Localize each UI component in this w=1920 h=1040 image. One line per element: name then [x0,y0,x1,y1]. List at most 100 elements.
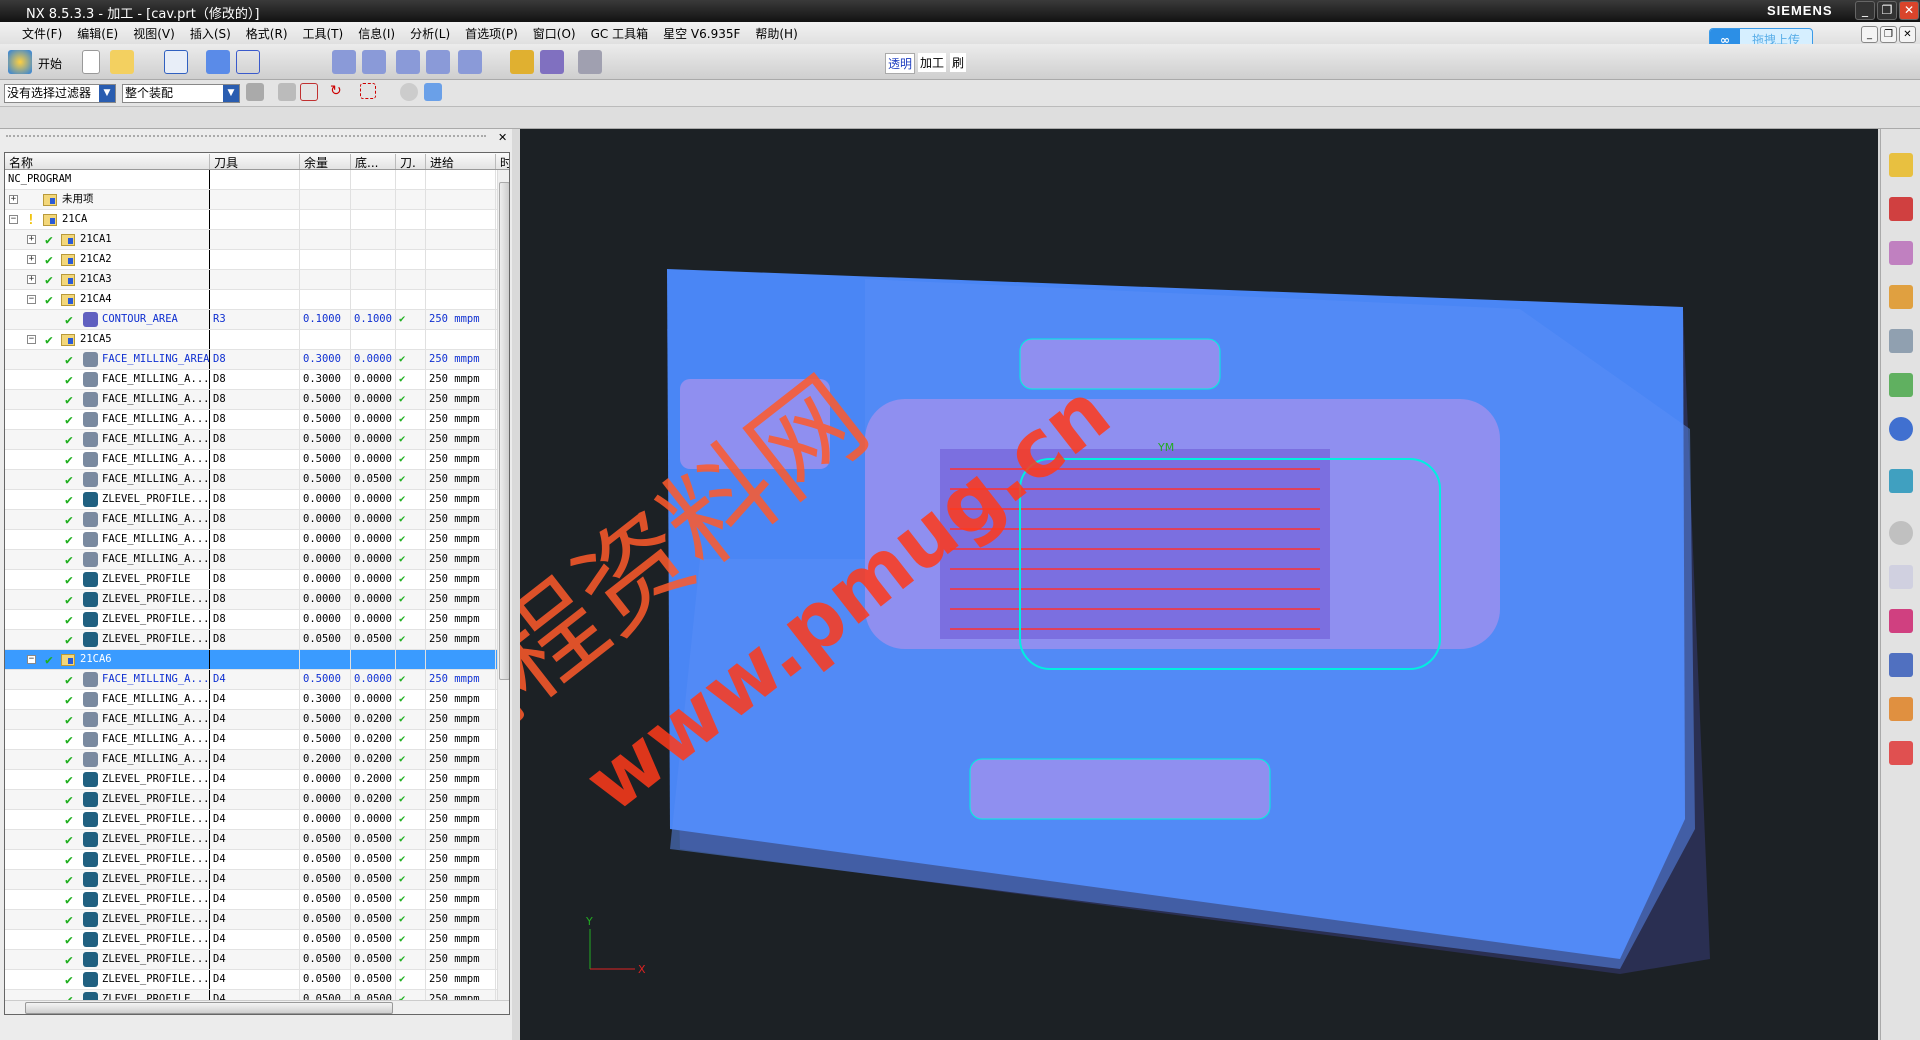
assembly-scope-select[interactable]: 整个装配 ▼ [122,84,240,103]
table-row[interactable]: ✔ FACE_MILLING_A... D4 0.5000 0.0200 ✔ 250 mmp… [5,710,497,730]
table-row[interactable]: ✔ ZLEVEL_PROFILE... D4 0.0500 0.0500 ✔ 250 mmp… [5,970,497,990]
web-browser-icon[interactable] [1889,469,1913,493]
collapse-icon[interactable]: − [27,295,36,304]
machine-tool-view-icon[interactable] [362,50,386,74]
menu-item[interactable]: 文件(F) [22,25,62,42]
menu-item[interactable]: 分析(L) [410,25,450,42]
collapse-icon[interactable]: − [9,215,18,224]
menu-item[interactable]: 编辑(E) [77,25,118,42]
verify-toolpath-icon[interactable] [540,50,564,74]
graphics-viewport[interactable]: Y X YM 编程资料网 www.pmug.cn [520,129,1878,1040]
horizontal-scrollbar[interactable] [5,1000,509,1014]
table-row[interactable]: ✔ FACE_MILLING_A... D8 0.0000 0.0000 ✔ 250 mmp… [5,510,497,530]
table-row[interactable]: + ✔ 21CA1 [5,230,497,250]
column-header[interactable]: 名称 [5,154,210,170]
method-view-icon[interactable] [426,50,450,74]
menu-item[interactable]: 星空 V6.935F [663,25,740,42]
vertical-scrollbar[interactable] [497,170,509,1000]
table-row[interactable]: ✔ ZLEVEL_PROFILE... D4 0.0000 0.0200 ✔ 250 mmp… [5,790,497,810]
table-row[interactable]: ✔ FACE_MILLING_A... D4 0.5000 0.0000 ✔ 250 mmp… [5,670,497,690]
column-header[interactable]: 刀具 [210,154,300,170]
table-row[interactable]: ✔ FACE_MILLING_A... D8 0.5000 0.0000 ✔ 250 mmp… [5,450,497,470]
manufacturing-button[interactable]: 加工 [918,53,947,72]
table-row[interactable]: ✔ FACE_MILLING_A... D4 0.3000 0.0000 ✔ 250 mmp… [5,690,497,710]
expand-icon[interactable]: + [27,275,36,284]
clip-icon[interactable] [400,83,418,101]
table-row[interactable]: ✔ FACE_MILLING_A... D8 0.5000 0.0500 ✔ 250 mmp… [5,470,497,490]
table-row[interactable]: ✔ ZLEVEL_PROFILE... D8 0.0500 0.0500 ✔ 250 mmp… [5,630,497,650]
assembly-navigator-icon[interactable] [1889,153,1913,177]
open-folder-icon[interactable] [110,50,134,74]
transparent-button[interactable]: 透明 [885,53,916,74]
menu-item[interactable]: 窗口(O) [533,25,576,42]
table-row[interactable]: ✔ FACE_MILLING_A... D4 0.2000 0.0200 ✔ 250 mmp… [5,750,497,770]
close-button[interactable]: ✕ [1899,1,1919,20]
close-panel-icon[interactable]: ✕ [498,131,507,144]
scroll-thumb[interactable] [25,1002,393,1014]
table-row[interactable]: ✔ZLEVEL_PROFILED40.05000.0500✔250 mmpm [5,990,497,1000]
menu-item[interactable]: 插入(S) [190,25,231,42]
table-row[interactable]: ✔ ZLEVEL_PROFILE... D4 0.0500 0.0500 ✔ 250 mmp… [5,950,497,970]
cube-icon[interactable] [424,83,442,101]
manufacturing-wizard-icon[interactable] [1889,653,1913,677]
table-row[interactable]: ✔ FACE_MILLING_A... D8 0.5000 0.0000 ✔ 250 mmp… [5,430,497,450]
restore-button[interactable]: ❐ [1877,1,1897,20]
machine-navigator-icon[interactable] [1889,329,1913,353]
generate-toolpath-icon[interactable] [510,50,534,74]
menu-item[interactable]: 工具(T) [303,25,344,42]
brush-button[interactable]: 刷 [950,53,967,72]
postprocess-icon[interactable] [578,50,602,74]
menu-item[interactable]: 格式(R) [246,25,288,42]
fit-view-icon[interactable] [164,50,188,74]
geometry-view-icon[interactable] [396,50,420,74]
menu-item[interactable]: GC 工具箱 [591,25,649,42]
shaded-view-icon[interactable] [206,50,230,74]
menu-item[interactable]: 首选项(P) [465,25,518,42]
table-row[interactable]: ✔ FACE_MILLING_A... D8 0.3000 0.0000 ✔ 250 mmp… [5,370,497,390]
table-row[interactable]: NC_PROGRAM [5,170,497,190]
table-row[interactable]: + ✔ 21CA3 [5,270,497,290]
table-row[interactable]: ✔ ZLEVEL_PROFILE... D4 0.0500 0.0500 ✔ 250 mmp… [5,830,497,850]
filter-icon[interactable] [246,83,264,101]
reset-icon[interactable]: ↻ [330,83,348,101]
table-row[interactable]: ✔ ZLEVEL_PROFILE... D4 0.0500 0.0500 ✔ 250 mmp… [5,930,497,950]
table-row[interactable]: ✔ ZLEVEL_PROFILE... D8 0.0000 0.0000 ✔ 250 mmp… [5,490,497,510]
menu-item[interactable]: 视图(V) [133,25,175,42]
table-row[interactable]: ✔ FACE_MILLING_A... D8 0.5000 0.0000 ✔ 250 mmp… [5,410,497,430]
info-icon[interactable] [1889,417,1913,441]
palette-icon[interactable] [1889,565,1913,589]
expand-icon[interactable]: + [27,255,36,264]
menu-item[interactable]: 信息(I) [358,25,395,42]
process-studio-icon[interactable] [1889,609,1913,633]
doc-close-button[interactable]: ✕ [1899,26,1916,43]
expand-icon[interactable]: + [9,195,18,204]
program-order-view-icon[interactable] [332,50,356,74]
table-row[interactable]: ✔ ZLEVEL_PROFILE... D4 0.0000 0.2000 ✔ 250 mmp… [5,770,497,790]
table-row[interactable]: − ✔ 21CA4 [5,290,497,310]
table-row[interactable]: ✔ ZLEVEL_PROFILE... D4 0.0500 0.0500 ✔ 250 mmp… [5,910,497,930]
snap-icon[interactable] [278,83,296,101]
table-row[interactable]: − ✔ 21CA6 [5,650,497,670]
operation-view-icon[interactable] [458,50,482,74]
scroll-thumb[interactable] [499,182,509,680]
menu-item[interactable]: 帮助(H) [755,25,797,42]
selection-filter-select[interactable]: 没有选择过滤器 ▼ [4,84,116,103]
expand-icon[interactable]: + [27,235,36,244]
box-select-icon[interactable] [360,83,376,99]
doc-minimize-button[interactable]: _ [1861,26,1878,43]
table-row[interactable]: ✔ FACE_MILLING_A... D8 0.0000 0.0000 ✔ 250 mmp… [5,550,497,570]
column-header[interactable]: 余量 [300,154,351,170]
column-header[interactable]: 底... [351,154,396,170]
history-icon[interactable] [1889,521,1913,545]
table-row[interactable]: + ✔ 21CA2 [5,250,497,270]
table-row[interactable]: ✔ ZLEVEL_PROFILE... D8 0.0000 0.0000 ✔ 250 mmp… [5,590,497,610]
panel-grip[interactable] [6,135,486,137]
part-navigator-icon[interactable] [1889,241,1913,265]
column-header[interactable]: 刀. [396,154,426,170]
table-row[interactable]: ✔ FACE_MILLING_A... D8 0.5000 0.0000 ✔ 250 mmp… [5,390,497,410]
wireframe-view-icon[interactable] [236,50,260,74]
table-row[interactable]: − ✔ 21CA5 [5,330,497,350]
table-row[interactable]: + 未用项 [5,190,497,210]
table-row[interactable]: ✔ FACE_MILLING_AREA D8 0.3000 0.0000 ✔ 250 mmp… [5,350,497,370]
table-row[interactable]: ✔ FACE_MILLING_A... D4 0.5000 0.0200 ✔ 250 mmp… [5,730,497,750]
